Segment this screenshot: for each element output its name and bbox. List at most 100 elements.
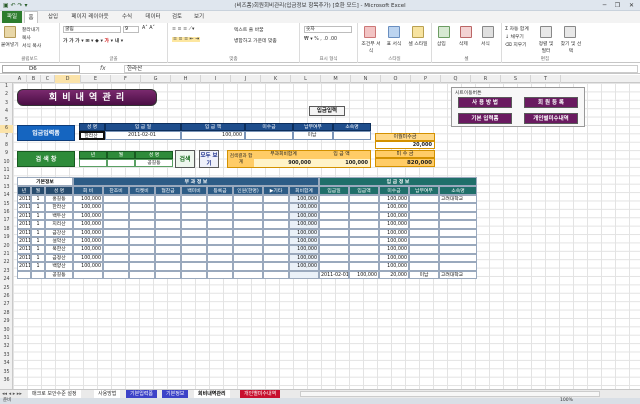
table-cell[interactable] [409, 253, 439, 263]
table-cell[interactable]: 2011 [17, 228, 31, 237]
table-cell[interactable]: 100,000 [73, 211, 103, 221]
fx-icon[interactable]: fx [100, 65, 106, 72]
table-cell[interactable]: 1 [31, 245, 45, 254]
table-cell[interactable] [129, 253, 155, 263]
table-cell[interactable]: 100,000 [379, 237, 409, 246]
entry-form-field[interactable] [333, 131, 371, 140]
payment-entry-button[interactable]: 입금입력 [309, 106, 345, 116]
entry-form-field[interactable]: 한라산 [79, 131, 105, 140]
table-cell[interactable] [233, 195, 263, 204]
column-header[interactable]: I [201, 75, 231, 83]
table-cell[interactable] [155, 220, 181, 229]
row-header[interactable]: 2 [0, 91, 13, 99]
column-header[interactable]: R [471, 75, 501, 83]
table-cell[interactable] [181, 253, 207, 263]
table-cell[interactable] [155, 203, 181, 212]
row-header[interactable]: 8 [0, 142, 13, 150]
usage-sheet-button[interactable]: 사 용 방 법 [458, 97, 512, 108]
table-cell[interactable]: 고려대학교 [439, 195, 477, 204]
format-painter-button[interactable]: 서식 복사 [22, 42, 41, 49]
table-cell[interactable] [103, 228, 129, 237]
table-cell[interactable] [319, 211, 349, 221]
table-cell[interactable]: 1 [31, 228, 45, 237]
row-header[interactable]: 25 [0, 285, 13, 293]
table-cell[interactable] [439, 253, 477, 263]
table-cell[interactable]: 100,000 [379, 245, 409, 254]
number-format-select[interactable]: 숫자 [304, 26, 352, 33]
format-cells-button[interactable]: 서식 [481, 40, 490, 47]
row-header[interactable]: 10 [0, 159, 13, 167]
entry-form-field[interactable]: 100,000 [181, 131, 245, 140]
table-cell[interactable] [155, 211, 181, 221]
table-cell[interactable]: 100,000 [289, 195, 319, 204]
table-cell[interactable] [319, 228, 349, 237]
table-cell[interactable]: 고려대학교 [439, 270, 477, 279]
font-style-buttons[interactable]: 가 가 가 ▾ ⊞ ▾ ◆ ▾ 가 ▾ 내 ▾ [63, 37, 123, 44]
table-cell[interactable] [181, 195, 207, 204]
table-cell[interactable]: 1 [31, 220, 45, 229]
table-cell[interactable] [207, 195, 233, 204]
table-cell[interactable]: 1 [31, 253, 45, 263]
column-header[interactable]: C [41, 75, 55, 83]
table-cell[interactable] [263, 262, 289, 271]
table-cell[interactable] [207, 245, 233, 254]
paste-icon[interactable] [4, 26, 16, 38]
table-cell[interactable] [103, 262, 129, 271]
row-header[interactable]: 12 [0, 175, 13, 183]
table-cell[interactable] [233, 270, 263, 279]
table-cell[interactable]: 백두산 [45, 211, 73, 221]
font-size-select[interactable]: 9 [123, 26, 139, 33]
entry-form-field[interactable]: 미납 [293, 131, 333, 140]
row-header[interactable]: 27 [0, 301, 13, 309]
column-header[interactable]: B [27, 75, 41, 83]
table-cell[interactable]: 100,000 [73, 237, 103, 246]
row-header[interactable]: 28 [0, 310, 13, 318]
sheet-tab-usage[interactable]: 사용방법 [94, 390, 121, 398]
table-cell[interactable] [289, 270, 319, 279]
table-cell[interactable] [263, 237, 289, 246]
personal-unpaid-button[interactable]: 개인별미수내역 [524, 113, 578, 124]
show-all-button[interactable]: 모두 보기 [199, 150, 219, 168]
row-header[interactable]: 24 [0, 276, 13, 284]
cut-button[interactable]: 잘라내기 [22, 26, 40, 33]
table-format-icon[interactable] [388, 26, 400, 38]
entry-form-field[interactable] [245, 131, 293, 140]
table-cell[interactable]: 2011 [17, 237, 31, 246]
default-form-button[interactable]: 기본 입력폼 [458, 113, 512, 124]
table-cell[interactable] [155, 262, 181, 271]
table-cell[interactable]: 2011 [17, 203, 31, 212]
table-cell[interactable] [319, 220, 349, 229]
table-cell[interactable] [263, 245, 289, 254]
table-cell[interactable] [409, 220, 439, 229]
table-cell[interactable] [439, 245, 477, 254]
row-header[interactable]: 33 [0, 352, 13, 360]
column-header[interactable]: T [531, 75, 561, 83]
table-cell[interactable] [233, 211, 263, 221]
row-header[interactable]: 22 [0, 259, 13, 267]
table-cell[interactable]: 홍길동 [45, 195, 73, 204]
column-header[interactable]: Q [441, 75, 471, 83]
clear-button[interactable]: ⌫ 지우기 [505, 41, 527, 48]
table-cell[interactable]: 2011 [17, 220, 31, 229]
table-cell[interactable] [181, 228, 207, 237]
table-cell[interactable] [319, 237, 349, 246]
table-cell[interactable] [349, 195, 379, 204]
table-cell[interactable]: 2011 [17, 245, 31, 254]
table-cell[interactable] [233, 245, 263, 254]
table-cell[interactable]: 100,000 [73, 262, 103, 271]
table-cell[interactable] [207, 237, 233, 246]
tab-home[interactable]: 홈 [24, 11, 38, 23]
table-cell[interactable]: 미납 [409, 270, 439, 279]
cell-style-icon[interactable] [412, 26, 424, 38]
delete-cells-icon[interactable] [460, 26, 472, 38]
table-cell[interactable]: 설악산 [45, 237, 73, 246]
table-cell[interactable]: 100,000 [73, 220, 103, 229]
table-cell[interactable] [207, 253, 233, 263]
sheet-tab-personal-unpaid[interactable]: 개인별미수내역 [240, 390, 281, 398]
sheet-tab-macro[interactable]: 매크로 보안수준 설정 [28, 390, 81, 398]
table-cell[interactable] [103, 220, 129, 229]
column-header[interactable]: H [171, 75, 201, 83]
table-cell[interactable] [263, 253, 289, 263]
row-header[interactable]: 9 [0, 150, 13, 158]
row-header[interactable]: 19 [0, 234, 13, 242]
